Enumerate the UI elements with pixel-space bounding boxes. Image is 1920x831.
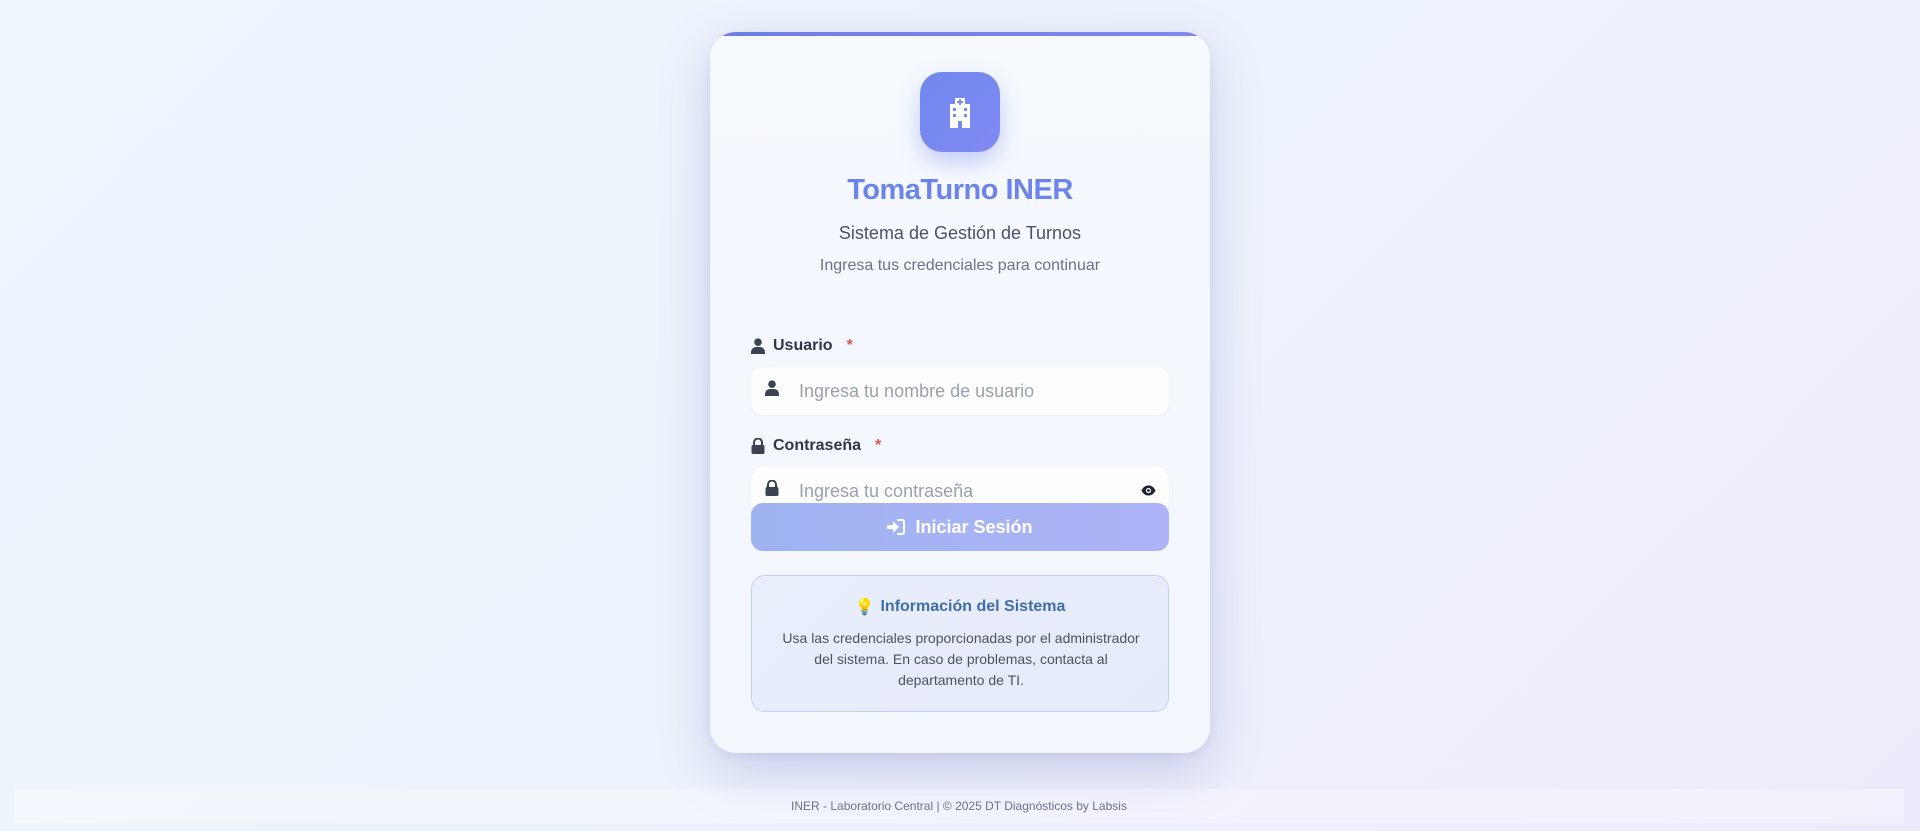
password-label-text: Contraseña xyxy=(773,437,862,454)
info-title: 💡 Información del Sistema xyxy=(752,597,1168,617)
user-icon xyxy=(751,338,765,354)
username-input[interactable] xyxy=(799,367,1129,415)
password-label: Contraseña * xyxy=(751,435,881,457)
app-title: TomaTurno INER xyxy=(847,174,1073,206)
login-button-label: Iniciar Sesión xyxy=(915,516,1033,537)
user-icon xyxy=(763,378,781,398)
required-mark: * xyxy=(875,437,882,454)
footer-text: INER - Laboratorio Central | © 2025 DT D… xyxy=(791,799,1127,813)
lock-icon xyxy=(763,478,781,498)
app-subtitle: Sistema de Gestión de Turnos xyxy=(838,223,1082,243)
lock-icon xyxy=(751,438,765,454)
username-label: Usuario * xyxy=(751,335,853,357)
info-title-text: Información del Sistema xyxy=(880,598,1066,615)
login-hint: Ingresa tus credenciales para continuar xyxy=(819,257,1101,274)
card-accent-bar xyxy=(710,32,1210,36)
toggle-password-button[interactable] xyxy=(1137,479,1159,501)
eye-icon xyxy=(1141,485,1155,495)
system-info-box: 💡 Información del Sistema Usa las creden… xyxy=(751,575,1169,712)
login-card: TomaTurno INER Sistema de Gestión de Tur… xyxy=(710,32,1210,753)
lightbulb-icon: 💡 xyxy=(854,599,875,616)
required-mark: * xyxy=(846,337,853,354)
app-logo xyxy=(920,72,1000,152)
username-label-text: Usuario xyxy=(773,337,833,354)
footer: INER - Laboratorio Central | © 2025 DT D… xyxy=(14,789,1904,823)
hospital-icon xyxy=(950,98,970,128)
info-text: Usa las credenciales proporcionadas por … xyxy=(782,630,1140,688)
sign-in-icon xyxy=(887,519,906,535)
username-field[interactable] xyxy=(751,367,1169,415)
login-button[interactable]: Iniciar Sesión xyxy=(751,503,1169,551)
